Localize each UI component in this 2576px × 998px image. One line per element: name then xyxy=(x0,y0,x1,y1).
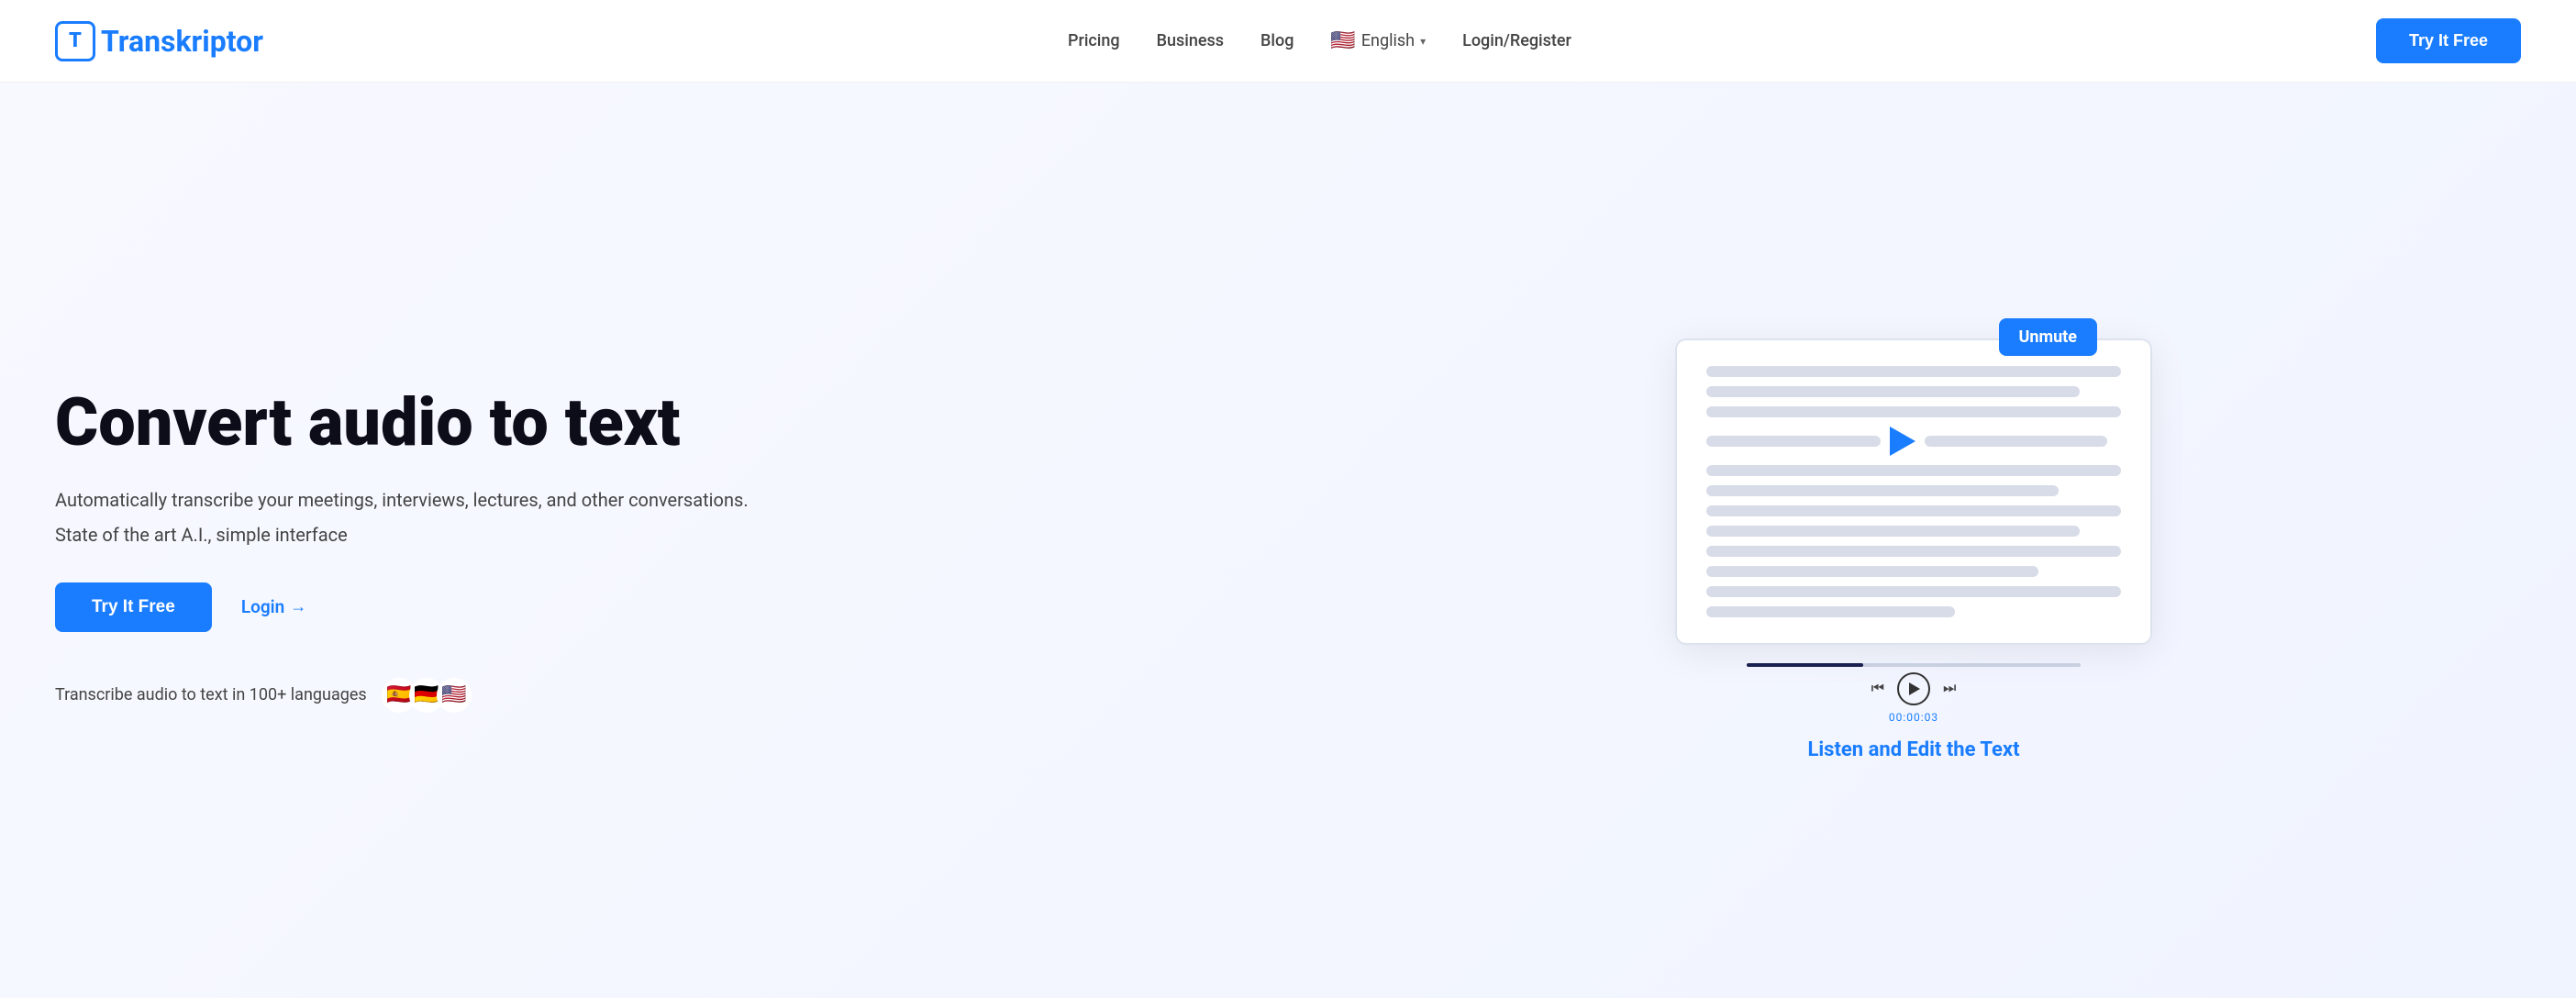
doc-lines xyxy=(1706,366,2121,617)
rewind-button[interactable]: ⏮ xyxy=(1871,681,1884,697)
doc-line xyxy=(1706,465,2121,476)
hero-section: Convert audio to text Automatically tran… xyxy=(0,83,2576,998)
doc-line-right xyxy=(1925,436,2107,447)
mockup-container: Unmute xyxy=(1675,338,2152,761)
doc-line xyxy=(1706,526,2080,537)
main-nav: Pricing Business Blog 🇺🇸 English ▾ Login… xyxy=(1068,29,1571,52)
header: T Transkriptor Pricing Business Blog 🇺🇸 … xyxy=(0,0,2576,83)
nav-login-register[interactable]: Login/Register xyxy=(1462,31,1571,50)
doc-line xyxy=(1706,566,2038,577)
doc-line-left xyxy=(1706,436,1881,447)
forward-button[interactable]: ⏭ xyxy=(1943,681,1956,697)
doc-line xyxy=(1706,485,2059,496)
progress-bar[interactable] xyxy=(1747,663,2081,667)
play-circle xyxy=(1897,672,1930,705)
language-selector[interactable]: 🇺🇸 English ▾ xyxy=(1330,29,1426,52)
language-label: English xyxy=(1361,31,1415,50)
chevron-down-icon: ▾ xyxy=(1420,35,1426,48)
listen-edit-label: Listen and Edit the Text xyxy=(1675,738,2152,761)
doc-line xyxy=(1706,586,2121,597)
hero-tagline: State of the art A.I., simple interface xyxy=(55,524,1270,546)
nav-business[interactable]: Business xyxy=(1157,31,1224,50)
logo-text: Transkriptor xyxy=(101,24,263,59)
hero-subtitle: Automatically transcribe your meetings, … xyxy=(55,485,1270,515)
play-triangle-icon xyxy=(1909,682,1920,695)
hero-login-link[interactable]: Login → xyxy=(241,596,306,617)
progress-bar-fill xyxy=(1747,663,1863,667)
flag-circles: 🇪🇸 🇩🇪 🇺🇸 xyxy=(382,678,472,713)
hero-title: Convert audio to text xyxy=(55,386,1270,459)
unmute-badge[interactable]: Unmute xyxy=(1999,318,2097,356)
rewind-icon: ⏮ xyxy=(1871,681,1884,697)
audio-player: ⏮ ⏭ 00:00:03 xyxy=(1675,663,2152,724)
logo-icon: T xyxy=(55,21,95,61)
doc-line xyxy=(1706,366,2121,377)
forward-icon: ⏭ xyxy=(1943,681,1956,697)
flag-us-icon: 🇺🇸 xyxy=(1330,29,1355,52)
arrow-right-icon: → xyxy=(290,597,306,616)
doc-line xyxy=(1706,546,2121,557)
doc-line xyxy=(1706,505,2121,516)
logo[interactable]: T Transkriptor xyxy=(55,21,263,61)
doc-line xyxy=(1706,386,2080,397)
languages-text: Transcribe audio to text in 100+ languag… xyxy=(55,685,367,704)
play-arrow-icon xyxy=(1890,427,1915,456)
hero-try-btn[interactable]: Try It Free xyxy=(55,582,212,632)
player-controls: ⏮ ⏭ xyxy=(1871,672,1957,705)
languages-row: Transcribe audio to text in 100+ languag… xyxy=(55,678,1270,713)
nav-blog[interactable]: Blog xyxy=(1260,31,1294,50)
hero-actions: Try It Free Login → xyxy=(55,582,1270,632)
nav-pricing[interactable]: Pricing xyxy=(1068,31,1120,50)
doc-line xyxy=(1706,606,1955,617)
document-mockup xyxy=(1675,338,2152,645)
hero-left: Convert audio to text Automatically tran… xyxy=(55,386,1306,712)
doc-line-play-row xyxy=(1706,427,2121,456)
logo-letter: T xyxy=(69,29,82,52)
timestamp: 00:00:03 xyxy=(1889,711,1938,724)
header-try-btn[interactable]: Try It Free xyxy=(2376,18,2521,63)
hero-right: Unmute xyxy=(1306,338,2521,761)
flag-usa: 🇺🇸 xyxy=(437,678,472,713)
doc-line xyxy=(1706,406,2121,417)
play-button[interactable] xyxy=(1897,672,1930,705)
